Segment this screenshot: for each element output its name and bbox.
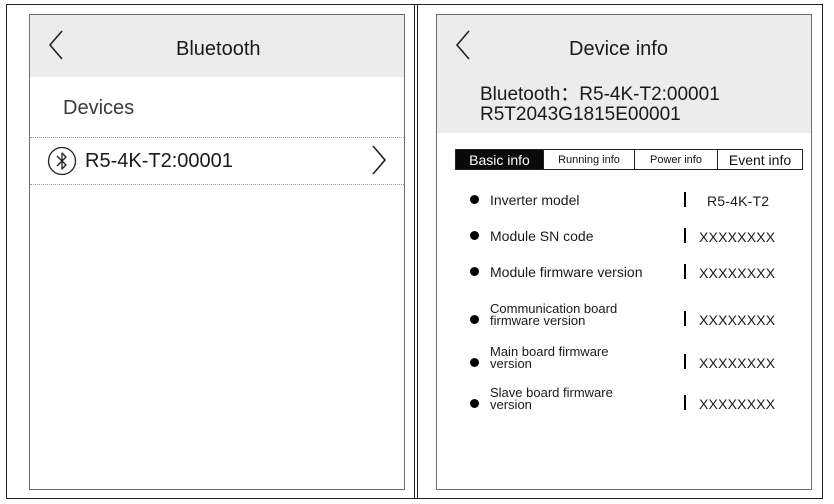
separator xyxy=(684,228,686,243)
param-row: Module firmware version XXXXXXXX xyxy=(437,263,811,299)
divider xyxy=(30,184,404,185)
tab-event-info[interactable]: Event info xyxy=(717,150,802,169)
bullet-icon xyxy=(470,399,479,408)
param-value: R5-4K-T2 xyxy=(707,193,770,209)
chevron-left-icon xyxy=(48,30,63,60)
back-button[interactable] xyxy=(447,25,481,65)
header-bar: Bluetooth xyxy=(30,15,404,77)
param-value: XXXXXXXX xyxy=(699,312,776,328)
device-list-item[interactable]: R5-4K-T2:00001 xyxy=(30,138,404,184)
device-summary: Bluetooth：R5-4K-T2:00001 R5T2043G1815E00… xyxy=(437,77,811,133)
param-value: XXXXXXXX xyxy=(699,265,776,281)
param-name: Module firmware version xyxy=(490,264,643,280)
bluetooth-screen: Bluetooth Devices R5-4K-T2:00001 xyxy=(29,14,405,490)
param-name: Main board firmware version xyxy=(490,345,609,371)
bullet-icon xyxy=(470,231,479,240)
separator xyxy=(684,192,686,207)
device-name: R5-4K-T2:00001 xyxy=(85,150,233,172)
header-bar: Device info xyxy=(437,15,811,77)
param-row: Communication board firmware version XXX… xyxy=(437,302,811,339)
back-button[interactable] xyxy=(40,25,74,65)
separator xyxy=(684,395,686,410)
param-name-line2: version xyxy=(490,397,532,412)
bullet-icon xyxy=(470,358,479,367)
chevron-right-icon[interactable] xyxy=(368,142,390,178)
bluetooth-icon xyxy=(47,146,77,176)
param-row: Inverter model R5-4K-T2 xyxy=(437,191,811,227)
tab-power-info[interactable]: Power info xyxy=(634,150,717,169)
info-tabs: Basic info Running info Power info Event… xyxy=(455,149,803,170)
param-name: Module SN code xyxy=(490,228,594,244)
separator xyxy=(684,264,686,279)
param-value: XXXXXXXX xyxy=(699,229,776,245)
chevron-left-icon xyxy=(455,30,470,60)
param-name-line2: firmware version xyxy=(490,313,586,328)
param-row: Main board firmware version XXXXXXXX xyxy=(437,345,811,382)
bullet-icon xyxy=(470,267,479,276)
param-value: XXXXXXXX xyxy=(699,355,776,371)
page-title: Device info xyxy=(569,38,668,60)
bullet-icon xyxy=(470,315,479,324)
separator xyxy=(684,354,686,369)
bluetooth-name: Bluetooth：R5-4K-T2:00001 xyxy=(480,84,720,105)
devices-label: Devices xyxy=(63,97,135,119)
param-row: Module SN code XXXXXXXX xyxy=(437,227,811,263)
serial-number: R5T2043G1815E00001 xyxy=(480,104,681,125)
page-title: Bluetooth xyxy=(176,38,261,60)
param-name-line2: version xyxy=(490,356,532,371)
bullet-icon xyxy=(470,195,479,204)
param-name: Inverter model xyxy=(490,192,580,208)
param-name: Slave board firmware version xyxy=(490,386,613,412)
device-info-screen: Device info Bluetooth：R5-4K-T2:00001 R5T… xyxy=(436,14,812,490)
param-name: Communication board firmware version xyxy=(490,302,617,328)
tab-running-info[interactable]: Running info xyxy=(543,150,634,169)
tab-basic-info[interactable]: Basic info xyxy=(456,150,543,169)
param-row: Slave board firmware version XXXXXXXX xyxy=(437,386,811,423)
table-divider xyxy=(414,4,418,499)
separator xyxy=(684,311,686,326)
param-value: XXXXXXXX xyxy=(699,396,776,412)
